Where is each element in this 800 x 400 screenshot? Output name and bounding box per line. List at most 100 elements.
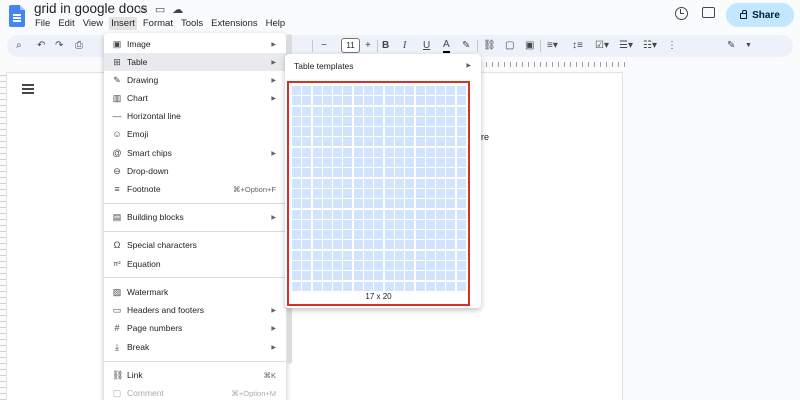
- menu-file[interactable]: File: [33, 17, 52, 30]
- table-grid-cell[interactable]: [302, 281, 312, 291]
- font-size-input[interactable]: 11: [341, 38, 360, 53]
- table-grid-cell[interactable]: [436, 116, 446, 126]
- table-grid-cell[interactable]: [292, 178, 301, 188]
- table-grid-cell[interactable]: [456, 199, 466, 209]
- table-grid-cell[interactable]: [405, 250, 415, 260]
- table-grid-cell[interactable]: [456, 281, 466, 291]
- table-grid-cell[interactable]: [394, 209, 404, 219]
- table-grid-cell[interactable]: [343, 127, 353, 137]
- table-grid-cell[interactable]: [302, 240, 312, 250]
- table-grid-cell[interactable]: [302, 158, 312, 168]
- table-grid-cell[interactable]: [322, 96, 332, 106]
- underline-icon[interactable]: U: [423, 39, 430, 53]
- table-grid-cell[interactable]: [384, 158, 394, 168]
- cloud-status-icon[interactable]: ☁: [172, 3, 183, 16]
- table-grid-cell[interactable]: [333, 116, 343, 126]
- table-grid-cell[interactable]: [436, 281, 446, 291]
- table-grid-cell[interactable]: [353, 250, 363, 260]
- table-grid-cell[interactable]: [322, 178, 332, 188]
- menu-item-link[interactable]: ⛓ Link ⌘K: [104, 366, 286, 384]
- menu-item-equation[interactable]: π² Equation: [104, 255, 286, 273]
- table-grid-cell[interactable]: [353, 178, 363, 188]
- table-grid-cell[interactable]: [343, 230, 353, 240]
- table-grid-cell[interactable]: [436, 137, 446, 147]
- table-grid-cell[interactable]: [425, 116, 435, 126]
- table-grid-cell[interactable]: [292, 106, 301, 116]
- table-grid-cell[interactable]: [384, 127, 394, 137]
- menu-insert[interactable]: Insert: [109, 17, 137, 30]
- table-grid-cell[interactable]: [322, 281, 332, 291]
- table-grid-cell[interactable]: [353, 188, 363, 198]
- table-grid-cell[interactable]: [343, 271, 353, 281]
- table-grid-cell[interactable]: [405, 199, 415, 209]
- table-grid-cell[interactable]: [456, 219, 466, 229]
- table-grid-cell[interactable]: [405, 127, 415, 137]
- table-grid-cell[interactable]: [405, 137, 415, 147]
- table-grid-cell[interactable]: [353, 199, 363, 209]
- table-grid-cell[interactable]: [333, 240, 343, 250]
- editing-mode-icon[interactable]: ✎: [727, 39, 735, 53]
- table-grid-cell[interactable]: [312, 158, 322, 168]
- table-grid-cell[interactable]: [394, 250, 404, 260]
- table-grid-cell[interactable]: [312, 281, 322, 291]
- table-grid-cell[interactable]: [456, 96, 466, 106]
- table-grid-cell[interactable]: [312, 188, 322, 198]
- table-grid-cell[interactable]: [436, 127, 446, 137]
- table-grid-cell[interactable]: [456, 261, 466, 271]
- table-grid-cell[interactable]: [415, 209, 425, 219]
- table-grid-cell[interactable]: [343, 281, 353, 291]
- table-grid-cell[interactable]: [425, 230, 435, 240]
- table-grid-cell[interactable]: [374, 281, 384, 291]
- table-grid-cell[interactable]: [364, 137, 374, 147]
- table-grid-cell[interactable]: [456, 116, 466, 126]
- table-grid-cell[interactable]: [394, 158, 404, 168]
- table-grid-cell[interactable]: [322, 199, 332, 209]
- table-grid-cell[interactable]: [415, 147, 425, 157]
- table-grid-cell[interactable]: [415, 240, 425, 250]
- menu-help[interactable]: Help: [264, 17, 288, 30]
- document-title[interactable]: grid in google docs: [34, 1, 147, 16]
- table-grid-cell[interactable]: [333, 86, 343, 95]
- table-grid-cell[interactable]: [394, 116, 404, 126]
- print-icon[interactable]: ⎙: [75, 39, 83, 53]
- table-grid-cell[interactable]: [394, 261, 404, 271]
- menu-item-smart-chips[interactable]: @ Smart chips ▶: [104, 144, 286, 162]
- table-grid-cell[interactable]: [364, 271, 374, 281]
- table-grid-cell[interactable]: [333, 250, 343, 260]
- menu-item-break[interactable]: ⤓ Break ▶: [104, 338, 286, 356]
- table-grid-cell[interactable]: [415, 271, 425, 281]
- menu-item-image[interactable]: ▣ Image ▶: [104, 35, 286, 53]
- table-grid-cell[interactable]: [312, 209, 322, 219]
- table-grid-cell[interactable]: [312, 116, 322, 126]
- table-grid-cell[interactable]: [456, 178, 466, 188]
- table-grid-cell[interactable]: [456, 158, 466, 168]
- table-grid-cell[interactable]: [302, 219, 312, 229]
- table-grid-cell[interactable]: [384, 240, 394, 250]
- table-grid-cell[interactable]: [364, 127, 374, 137]
- table-grid-cell[interactable]: [384, 137, 394, 147]
- table-grid-cell[interactable]: [415, 281, 425, 291]
- table-grid-cell[interactable]: [405, 147, 415, 157]
- table-grid-cell[interactable]: [394, 168, 404, 178]
- insert-link-icon[interactable]: ⛓: [483, 39, 496, 53]
- table-grid-cell[interactable]: [436, 86, 446, 95]
- table-grid-cell[interactable]: [456, 137, 466, 147]
- table-grid-cell[interactable]: [405, 271, 415, 281]
- table-grid-cell[interactable]: [436, 271, 446, 281]
- table-grid-cell[interactable]: [343, 106, 353, 116]
- table-grid-cell[interactable]: [302, 127, 312, 137]
- table-grid-cell[interactable]: [384, 168, 394, 178]
- table-grid-cell[interactable]: [322, 240, 332, 250]
- table-grid-cell[interactable]: [446, 281, 456, 291]
- table-grid-cell[interactable]: [364, 219, 374, 229]
- table-grid-cell[interactable]: [425, 127, 435, 137]
- table-grid-cell[interactable]: [343, 240, 353, 250]
- table-grid-cell[interactable]: [353, 219, 363, 229]
- table-grid-cell[interactable]: [425, 188, 435, 198]
- table-grid-cell[interactable]: [374, 250, 384, 260]
- table-grid-cell[interactable]: [384, 86, 394, 95]
- table-grid-cell[interactable]: [343, 178, 353, 188]
- table-grid-cell[interactable]: [333, 168, 343, 178]
- table-grid-cell[interactable]: [364, 188, 374, 198]
- table-grid-cell[interactable]: [302, 199, 312, 209]
